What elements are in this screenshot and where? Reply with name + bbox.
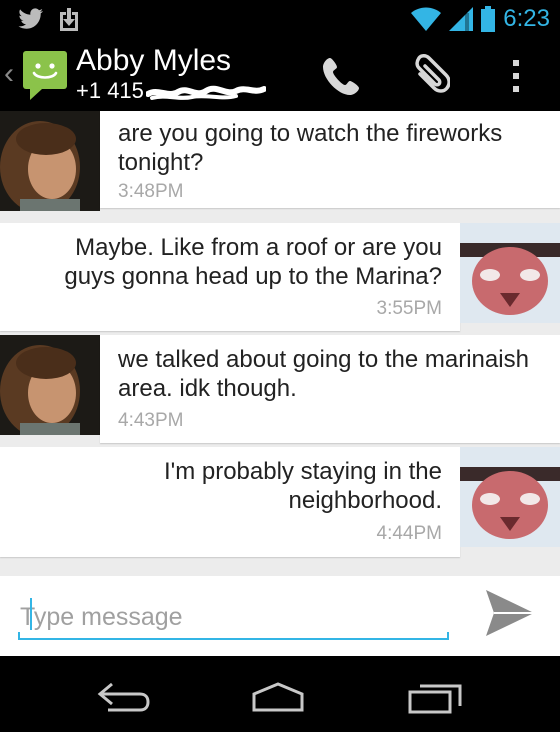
message-text: we talked about going to the marinaish a…: [118, 346, 529, 402]
navigation-bar: [0, 656, 560, 732]
contact-number: +1 415: [76, 78, 144, 103]
contact-avatar[interactable]: [0, 111, 100, 211]
action-bar: ‹ Abby Myles +1 415: [0, 38, 560, 112]
message-input[interactable]: [18, 596, 452, 638]
message-item[interactable]: we talked about going to the marinaish a…: [0, 335, 560, 445]
overflow-menu-icon[interactable]: [494, 54, 538, 98]
messaging-app-icon[interactable]: [20, 48, 70, 102]
message-text: Maybe. Like from a roof or are you guys …: [64, 234, 442, 290]
message-timestamp: 4:44PM: [376, 523, 442, 544]
status-bar: 6:23: [0, 0, 560, 38]
message-timestamp: 4:43PM: [118, 410, 184, 431]
message-bubble: I'm probably staying in the neighborhood…: [0, 447, 460, 557]
up-chevron-icon[interactable]: ‹: [4, 54, 14, 94]
contact-name: Abby Myles: [76, 44, 232, 77]
my-avatar[interactable]: [460, 447, 560, 547]
my-avatar[interactable]: [460, 223, 560, 323]
message-timestamp: 3:55PM: [376, 298, 442, 319]
signal-icon: [449, 7, 474, 31]
recents-icon[interactable]: [406, 678, 466, 718]
message-text: are you going to watch the fireworks ton…: [118, 120, 503, 176]
message-item[interactable]: are you going to watch the fireworks ton…: [0, 111, 560, 221]
home-icon[interactable]: [248, 678, 308, 718]
message-item[interactable]: I'm probably staying in the neighborhood…: [0, 447, 560, 559]
message-item[interactable]: Maybe. Like from a roof or are you guys …: [0, 223, 560, 333]
phone-icon[interactable]: [320, 54, 364, 98]
message-text: I'm probably staying in the neighborhood…: [163, 458, 442, 514]
contact-avatar[interactable]: [0, 335, 100, 435]
message-timestamp: 3:48PM: [118, 181, 184, 202]
redaction-scribble: [146, 85, 266, 100]
status-time: 6:23: [503, 5, 550, 32]
back-icon[interactable]: [94, 678, 154, 718]
send-icon[interactable]: [484, 588, 536, 638]
paperclip-icon[interactable]: [406, 54, 450, 98]
message-bubble: are you going to watch the fireworks ton…: [100, 111, 560, 208]
message-bubble: Maybe. Like from a roof or are you guys …: [0, 223, 460, 331]
download-icon: [60, 8, 78, 31]
twitter-icon: [18, 8, 43, 29]
text-cursor: [30, 598, 32, 630]
battery-icon: [481, 6, 496, 32]
message-bubble: we talked about going to the marinaish a…: [100, 335, 560, 443]
wifi-icon: [411, 7, 442, 31]
input-underline: [18, 632, 449, 640]
